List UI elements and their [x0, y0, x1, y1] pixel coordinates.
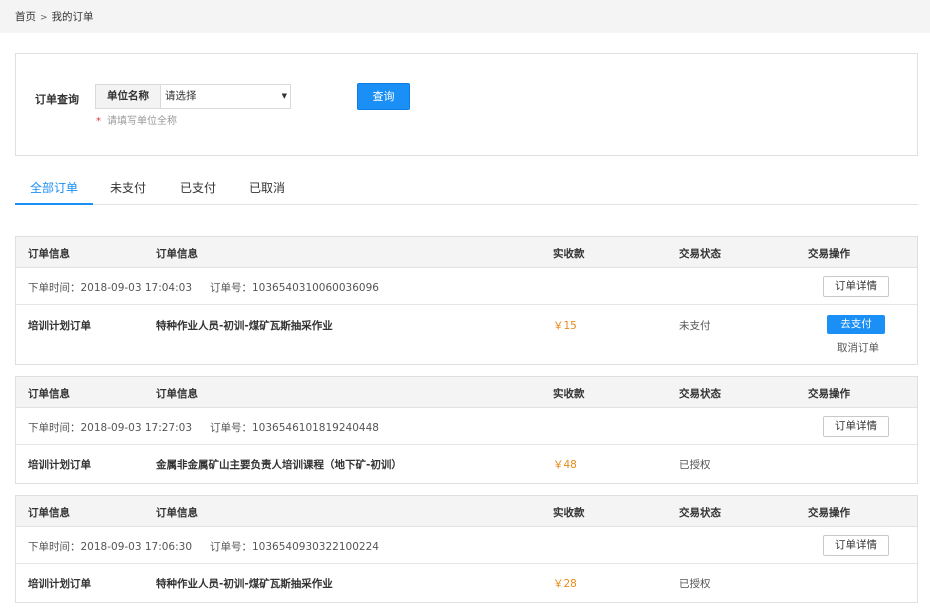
order-card: 订单信息 订单信息 实收款 交易状态 交易操作 下单时间：2018-09-03 … — [15, 495, 918, 603]
column-header-actions: 交易操作 — [808, 248, 850, 260]
order-detail-button[interactable]: 订单详情 — [823, 535, 889, 556]
company-select-value: 请选择 — [165, 90, 197, 102]
breadcrumb-separator: > — [40, 13, 48, 23]
order-item-name: 特种作业人员-初训-煤矿瓦斯抽采作业 — [156, 320, 333, 332]
pay-button[interactable]: 去支付 — [827, 315, 885, 334]
order-price: ￥28 — [553, 578, 577, 590]
column-header-actions: 交易操作 — [808, 507, 850, 519]
order-item-name: 金属非金属矿山主要负责人培训课程（地下矿-初训） — [156, 459, 402, 471]
column-header-order-info: 订单信息 — [28, 248, 70, 260]
search-label: 订单查询 — [35, 93, 79, 106]
order-item-row: 培训计划订单 特种作业人员-初训-煤矿瓦斯抽采作业 ￥28 已授权 — [16, 564, 917, 602]
order-type: 培训计划订单 — [28, 459, 91, 471]
column-header-actions: 交易操作 — [808, 388, 850, 400]
column-header-order-info-2: 订单信息 — [156, 248, 198, 260]
order-card: 订单信息 订单信息 实收款 交易状态 交易操作 下单时间：2018-09-03 … — [15, 236, 918, 365]
order-table-header: 订单信息 订单信息 实收款 交易状态 交易操作 — [16, 496, 917, 527]
order-type: 培训计划订单 — [28, 320, 91, 332]
column-header-order-info-2: 订单信息 — [156, 388, 198, 400]
order-search-panel: 订单查询 单位名称 请选择 ▼ * 请填写单位全称 查询 — [15, 53, 918, 156]
order-number: 订单号：1036540930322100224 — [210, 541, 379, 553]
order-time: 下单时间：2018-09-03 17:06:30 — [28, 541, 193, 553]
order-time: 下单时间：2018-09-03 17:27:03 — [28, 422, 193, 434]
breadcrumb-home-link[interactable]: 首页 — [15, 11, 36, 23]
hint-text: 请填写单位全称 — [107, 116, 177, 127]
order-table-header: 订单信息 订单信息 实收款 交易状态 交易操作 — [16, 237, 917, 268]
query-button[interactable]: 查询 — [357, 83, 410, 110]
order-detail-button[interactable]: 订单详情 — [823, 416, 889, 437]
order-tabs: 全部订单 未支付 已支付 已取消 — [15, 173, 918, 205]
order-price: ￥15 — [553, 320, 577, 332]
order-price: ￥48 — [553, 459, 577, 471]
tab-paid[interactable]: 已支付 — [180, 173, 216, 205]
order-card: 订单信息 订单信息 实收款 交易状态 交易操作 下单时间：2018-09-03 … — [15, 376, 918, 484]
breadcrumb: 首页 > 我的订单 — [0, 0, 930, 33]
order-meta-row: 下单时间：2018-09-03 17:04:03 订单号：10365403100… — [16, 268, 917, 305]
tab-unpaid[interactable]: 未支付 — [110, 173, 146, 205]
company-select[interactable]: 请选择 ▼ — [161, 85, 290, 108]
column-header-amount: 实收款 — [553, 248, 585, 260]
order-status: 未支付 — [679, 320, 711, 332]
order-status: 已授权 — [679, 578, 711, 590]
required-star: * — [96, 116, 101, 127]
column-header-amount: 实收款 — [553, 507, 585, 519]
column-header-amount: 实收款 — [553, 388, 585, 400]
order-meta-row: 下单时间：2018-09-03 17:06:30 订单号：10365409303… — [16, 527, 917, 564]
order-meta-row: 下单时间：2018-09-03 17:27:03 订单号：10365461018… — [16, 408, 917, 445]
order-item-row: 培训计划订单 特种作业人员-初训-煤矿瓦斯抽采作业 ￥15 未支付 去支付 取消… — [16, 305, 917, 364]
order-type: 培训计划订单 — [28, 578, 91, 590]
tab-all-orders[interactable]: 全部订单 — [15, 173, 93, 205]
column-header-status: 交易状态 — [679, 248, 721, 260]
column-header-order-info-2: 订单信息 — [156, 507, 198, 519]
cancel-order-link[interactable]: 取消订单 — [837, 340, 879, 355]
order-table-header: 订单信息 订单信息 实收款 交易状态 交易操作 — [16, 377, 917, 408]
dropdown-arrow-icon: ▼ — [281, 92, 287, 100]
order-status: 已授权 — [679, 459, 711, 471]
column-header-order-info: 订单信息 — [28, 388, 70, 400]
tab-cancelled[interactable]: 已取消 — [249, 173, 285, 205]
column-header-status: 交易状态 — [679, 507, 721, 519]
order-item-name: 特种作业人员-初训-煤矿瓦斯抽采作业 — [156, 578, 333, 590]
order-number: 订单号：1036546101819240448 — [210, 422, 379, 434]
order-detail-button[interactable]: 订单详情 — [823, 276, 889, 297]
company-hint: * 请填写单位全称 — [95, 112, 177, 127]
select-prefix-label: 单位名称 — [96, 85, 161, 108]
order-number: 订单号：1036540310060036096 — [210, 282, 379, 294]
order-item-row: 培训计划订单 金属非金属矿山主要负责人培训课程（地下矿-初训） ￥48 已授权 — [16, 445, 917, 483]
column-header-order-info: 订单信息 — [28, 507, 70, 519]
column-header-status: 交易状态 — [679, 388, 721, 400]
company-select-group: 单位名称 请选择 ▼ — [95, 84, 291, 109]
breadcrumb-current: 我的订单 — [51, 11, 94, 23]
order-time: 下单时间：2018-09-03 17:04:03 — [28, 282, 193, 294]
